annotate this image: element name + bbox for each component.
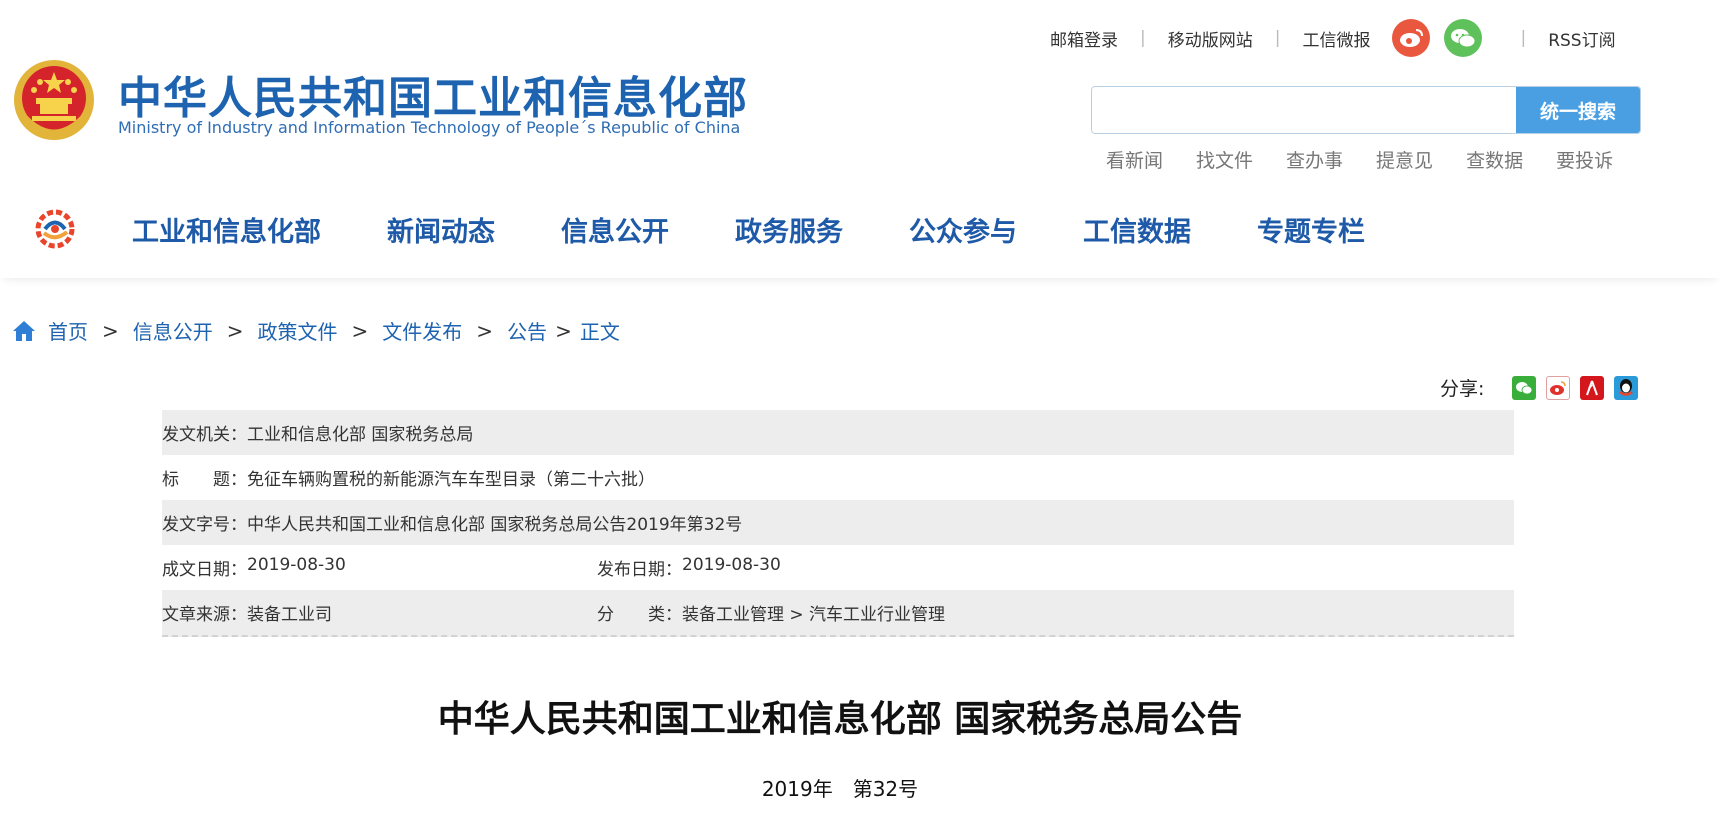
breadcrumb-current: 正文 <box>579 320 620 344</box>
nav-item-ministry[interactable]: 工业和信息化部 <box>132 210 321 249</box>
mail-login-link[interactable]: 邮箱登录 <box>1050 26 1118 51</box>
search-box: 统一搜索 <box>1091 86 1641 134</box>
meta-label: 文章来源： <box>162 605 247 625</box>
breadcrumb-policy[interactable]: 政策文件 <box>258 316 338 345</box>
share-label: 分享: <box>1440 378 1485 400</box>
meta-row-source: 文章来源： 装备工业司 分 类： 装备工业管理 > 汽车工业行业管理 <box>162 590 1514 637</box>
nav-item-topics[interactable]: 专题专栏 <box>1257 210 1365 249</box>
wechat-icon[interactable] <box>1512 375 1537 400</box>
wechat-icon[interactable] <box>1444 19 1483 57</box>
separator: | <box>1520 28 1527 48</box>
qq-icon[interactable] <box>1614 375 1639 400</box>
share-bar: 分享: <box>1440 374 1648 401</box>
nav-item-disclosure[interactable]: 信息公开 <box>561 210 669 249</box>
separator: | <box>1274 28 1281 48</box>
quick-link-feedback[interactable]: 提意见 <box>1376 146 1433 173</box>
breadcrumb-disclosure[interactable]: 信息公开 <box>133 316 213 345</box>
site-subtitle: Ministry of Industry and Information Tec… <box>118 118 741 137</box>
meta-source: 装备工业司 <box>247 605 332 625</box>
main-nav: 工业和信息化部 新闻动态 信息公开 政务服务 公众参与 工信数据 专题专栏 <box>0 180 1720 278</box>
breadcrumb-home[interactable]: 首页 <box>48 316 88 345</box>
document-meta-table: 发文机关： 工业和信息化部 国家税务总局 标 题： 免征车辆购置税的新能源汽车车… <box>162 410 1514 637</box>
top-links: 邮箱登录 | 移动版网站 | 工信微报 | RSS订阅 <box>1050 18 1616 58</box>
nav-item-news[interactable]: 新闻动态 <box>387 210 495 249</box>
meta-label: 发文机关： <box>162 425 247 445</box>
weibo-icon[interactable] <box>1546 375 1571 400</box>
meta-created-date: 2019-08-30 <box>247 555 346 575</box>
breadcrumb-separator: > <box>555 318 572 343</box>
meta-row-dates: 成文日期： 2019-08-30 发布日期： 2019-08-30 <box>162 545 1514 590</box>
site-title: 中华人民共和国工业和信息化部 <box>118 73 748 124</box>
quick-link-news[interactable]: 看新闻 <box>1106 146 1163 173</box>
article-title: 中华人民共和国工业和信息化部 国家税务总局公告 <box>437 699 1243 740</box>
home-icon[interactable] <box>12 320 36 342</box>
meta-title: 免征车辆购置税的新能源汽车车型目录（第二十六批） <box>247 470 655 490</box>
breadcrumb-separator: > <box>102 318 119 343</box>
search-button[interactable]: 统一搜索 <box>1516 87 1640 133</box>
meta-label: 分 类： <box>597 605 682 625</box>
meta-row-title: 标 题： 免征车辆购置税的新能源汽车车型目录（第二十六批） <box>162 455 1514 500</box>
meta-label: 标 题： <box>162 470 247 490</box>
nav-item-participation[interactable]: 公众参与 <box>909 210 1017 249</box>
quick-link-complaint[interactable]: 要投诉 <box>1556 146 1613 173</box>
quick-links: 看新闻 找文件 查办事 提意见 查数据 要投诉 <box>1106 146 1646 173</box>
meta-row-issuer: 发文机关： 工业和信息化部 国家税务总局 <box>162 410 1514 455</box>
breadcrumb-separator: > <box>476 318 494 343</box>
breadcrumb-notice[interactable]: 公告 <box>507 316 547 345</box>
meta-label: 成文日期： <box>162 560 247 580</box>
ministry-logo-icon[interactable] <box>34 208 76 250</box>
meta-row-doc-number: 发文字号： 中华人民共和国工业和信息化部 国家税务总局公告2019年第32号 <box>162 500 1514 545</box>
national-emblem-icon <box>14 60 94 140</box>
site-header: 中华人民共和国工业和信息化部 Ministry of Industry and … <box>0 0 1720 173</box>
meta-category: 装备工业管理 > 汽车工业行业管理 <box>682 605 946 625</box>
meta-issuer: 工业和信息化部 国家税务总局 <box>247 425 474 445</box>
breadcrumb: 首页 > 信息公开 > 政策文件 > 文件发布 > 公告 > 正文 <box>12 316 620 345</box>
separator: | <box>1140 28 1146 48</box>
mobile-site-link[interactable]: 移动版网站 <box>1168 26 1253 51</box>
breadcrumb-separator: > <box>226 318 244 343</box>
meta-doc-number: 中华人民共和国工业和信息化部 国家税务总局公告2019年第32号 <box>247 515 743 535</box>
quick-link-services[interactable]: 查办事 <box>1286 146 1343 173</box>
rss-link[interactable]: RSS订阅 <box>1548 26 1615 51</box>
article-number: 2019年 第32号 <box>761 777 919 801</box>
meta-label: 发布日期： <box>597 560 682 580</box>
meta-label: 发文字号： <box>162 515 247 535</box>
renren-icon[interactable] <box>1580 375 1605 400</box>
nav-item-data[interactable]: 工信数据 <box>1083 210 1191 249</box>
meta-published-date: 2019-08-30 <box>682 555 781 575</box>
nav-item-services[interactable]: 政务服务 <box>735 210 843 249</box>
quick-link-data[interactable]: 查数据 <box>1466 146 1523 173</box>
breadcrumb-separator: > <box>351 318 369 343</box>
weibo-icon[interactable] <box>1392 19 1431 57</box>
weibao-link[interactable]: 工信微报 <box>1302 26 1370 51</box>
search-input[interactable] <box>1092 87 1516 133</box>
breadcrumb-publish[interactable]: 文件发布 <box>382 316 462 345</box>
quick-link-documents[interactable]: 找文件 <box>1196 146 1253 173</box>
